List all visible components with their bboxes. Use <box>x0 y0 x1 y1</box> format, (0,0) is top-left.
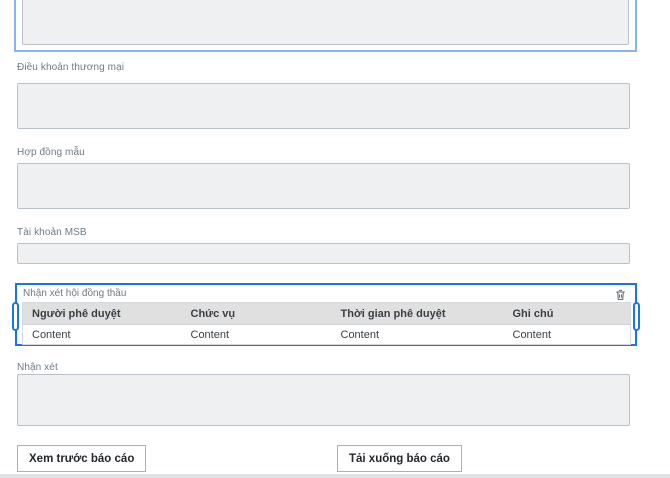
msb-account-input[interactable] <box>17 243 630 264</box>
delete-widget-button[interactable] <box>612 287 628 302</box>
contract-template-textarea[interactable] <box>17 163 630 209</box>
commercial-terms-label: Điều khoản thương mại <box>17 61 670 74</box>
cell-position: Content <box>182 325 332 345</box>
preview-report-button[interactable]: Xem trước báo cáo <box>17 445 146 472</box>
table-row: Content Content Content Content <box>23 325 631 345</box>
cell-note: Content <box>504 325 631 345</box>
comment-textarea[interactable] <box>17 374 630 426</box>
selected-field-container-top[interactable] <box>14 0 637 52</box>
top-field-textarea[interactable] <box>22 0 629 45</box>
column-header-approval-time: Thời gian phê duyệt <box>332 303 504 325</box>
report-actions: Xem trước báo cáo Tải xuống báo cáo <box>17 445 670 472</box>
committee-table-widget[interactable]: Nhận xét hội đồng thầu Người phê duyệt C… <box>15 283 637 346</box>
column-header-approver: Người phê duyệt <box>23 303 182 325</box>
comment-label: Nhận xét <box>17 361 670 374</box>
bottom-divider <box>0 474 670 478</box>
cell-approval-time: Content <box>332 325 504 345</box>
trash-icon <box>614 288 627 302</box>
table-header-row: Người phê duyệt Chức vụ Thời gian phê du… <box>23 303 631 325</box>
msb-account-label: Tài khoản MSB <box>17 226 670 239</box>
cell-approver: Content <box>23 325 182 345</box>
committee-table[interactable]: Người phê duyệt Chức vụ Thời gian phê du… <box>22 302 631 345</box>
download-report-button[interactable]: Tải xuống báo cáo <box>337 445 462 472</box>
commercial-terms-textarea[interactable] <box>17 83 630 129</box>
resize-handle-right[interactable] <box>633 302 640 331</box>
contract-template-label: Hợp đồng mẫu <box>17 146 670 159</box>
committee-table-label: Nhận xét hội đồng thầu <box>23 288 635 300</box>
column-header-note: Ghi chú <box>504 303 631 325</box>
column-header-position: Chức vụ <box>182 303 332 325</box>
resize-handle-left[interactable] <box>12 302 19 331</box>
report-form-panel: Điều khoản thương mại Hợp đồng mẫu Tài k… <box>0 0 670 478</box>
